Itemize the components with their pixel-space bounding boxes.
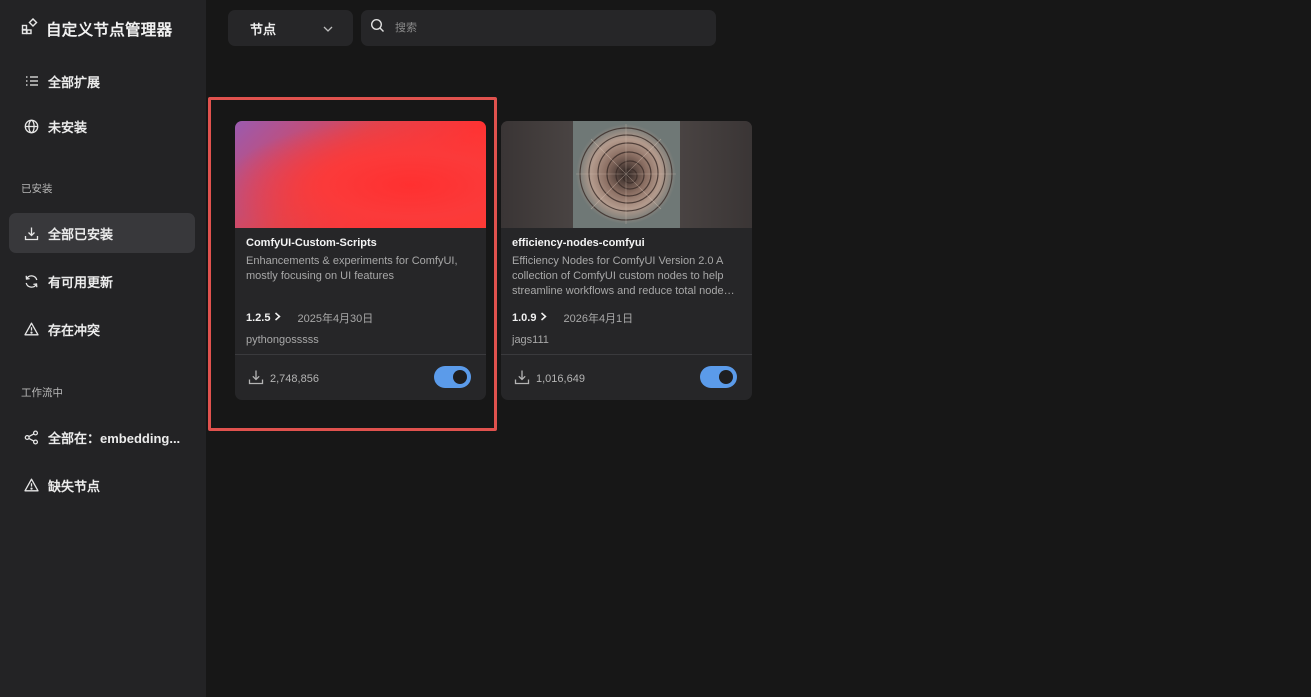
sidebar-item-label: 存在冲突	[48, 322, 101, 338]
card-banner-image	[235, 121, 486, 228]
refresh-icon	[23, 273, 40, 290]
card-banner-image	[501, 121, 752, 228]
sidebar-item-conflicts[interactable]: 存在冲突	[9, 309, 195, 349]
card-description: Efficiency Nodes for ComfyUI Version 2.0…	[512, 255, 724, 297]
version-label[interactable]: 1.0.9	[512, 312, 536, 324]
list-icon	[23, 73, 40, 90]
chevron-right-icon[interactable]	[540, 312, 548, 324]
download-count-value: 1,016,649	[536, 372, 585, 385]
download-count: 2,748,856	[248, 369, 319, 388]
app-title: 自定义节点管理器	[46, 22, 173, 39]
enable-toggle[interactable]	[700, 366, 737, 388]
section-installed: 已安装	[21, 183, 53, 195]
globe-icon	[23, 118, 40, 135]
sidebar-item-all-in-workflow[interactable]: 全部在：embedding...	[9, 417, 195, 457]
sidebar-item-label: 全部扩展	[48, 74, 101, 90]
sidebar-item-all-extensions[interactable]: 全部扩展	[9, 61, 195, 101]
search-input[interactable]	[395, 22, 695, 34]
warning-icon	[23, 321, 40, 338]
sidebar-item-label: 缺失节点	[48, 478, 101, 494]
download-count: 1,016,649	[514, 369, 585, 388]
card-meta: 1.2.5 2025年4月30日	[246, 310, 373, 326]
download-count-value: 2,748,856	[270, 372, 319, 385]
sidebar-header: 自定义节点管理器	[21, 17, 173, 40]
sidebar-item-label: 全部在：embedding...	[48, 430, 181, 446]
section-in-workflow: 工作流中	[21, 387, 63, 399]
card-description: Enhancements & experiments for ComfyUI, …	[246, 255, 458, 282]
sidebar-item-missing-nodes[interactable]: 缺失节点	[9, 465, 195, 505]
search-icon	[370, 18, 385, 38]
sidebar-item-not-installed[interactable]: 未安装	[9, 106, 195, 146]
chevron-right-icon[interactable]	[274, 312, 282, 324]
enable-toggle[interactable]	[434, 366, 471, 388]
toggle-knob	[719, 370, 733, 384]
divider	[501, 354, 752, 355]
toggle-knob	[453, 370, 467, 384]
download-icon	[248, 369, 264, 388]
sidebar: 自定义节点管理器 全部扩展 未安装 已安装 全部已安装 有可用更新 存在冲突 工…	[0, 0, 206, 697]
chevron-down-icon	[323, 19, 333, 37]
card-title: efficiency-nodes-comfyui	[512, 237, 645, 249]
sidebar-item-label: 未安装	[48, 119, 88, 135]
extensions-icon	[21, 17, 38, 40]
download-icon	[23, 225, 40, 242]
sidebar-item-label: 有可用更新	[48, 274, 114, 290]
node-card[interactable]: efficiency-nodes-comfyui Efficiency Node…	[501, 121, 752, 400]
download-icon	[514, 369, 530, 388]
divider	[235, 354, 486, 355]
share-icon	[23, 429, 40, 446]
filter-dropdown[interactable]: 节点	[228, 10, 353, 46]
release-date: 2026年4月1日	[563, 313, 634, 325]
card-author: pythongosssss	[246, 334, 319, 346]
release-date: 2025年4月30日	[297, 313, 374, 325]
sidebar-item-label: 全部已安装	[48, 226, 114, 242]
filter-dropdown-value: 节点	[250, 21, 277, 37]
card-title: ComfyUI-Custom-Scripts	[246, 237, 377, 249]
sidebar-item-updates-available[interactable]: 有可用更新	[9, 261, 195, 301]
sidebar-item-all-installed[interactable]: 全部已安装	[9, 213, 195, 253]
spiral-image	[573, 121, 680, 228]
card-meta: 1.0.9 2026年4月1日	[512, 310, 633, 326]
version-label[interactable]: 1.2.5	[246, 312, 270, 324]
card-author: jags111	[512, 334, 549, 346]
warning-icon	[23, 477, 40, 494]
search-box[interactable]	[361, 10, 716, 46]
node-card[interactable]: ComfyUI-Custom-Scripts Enhancements & ex…	[235, 121, 486, 400]
